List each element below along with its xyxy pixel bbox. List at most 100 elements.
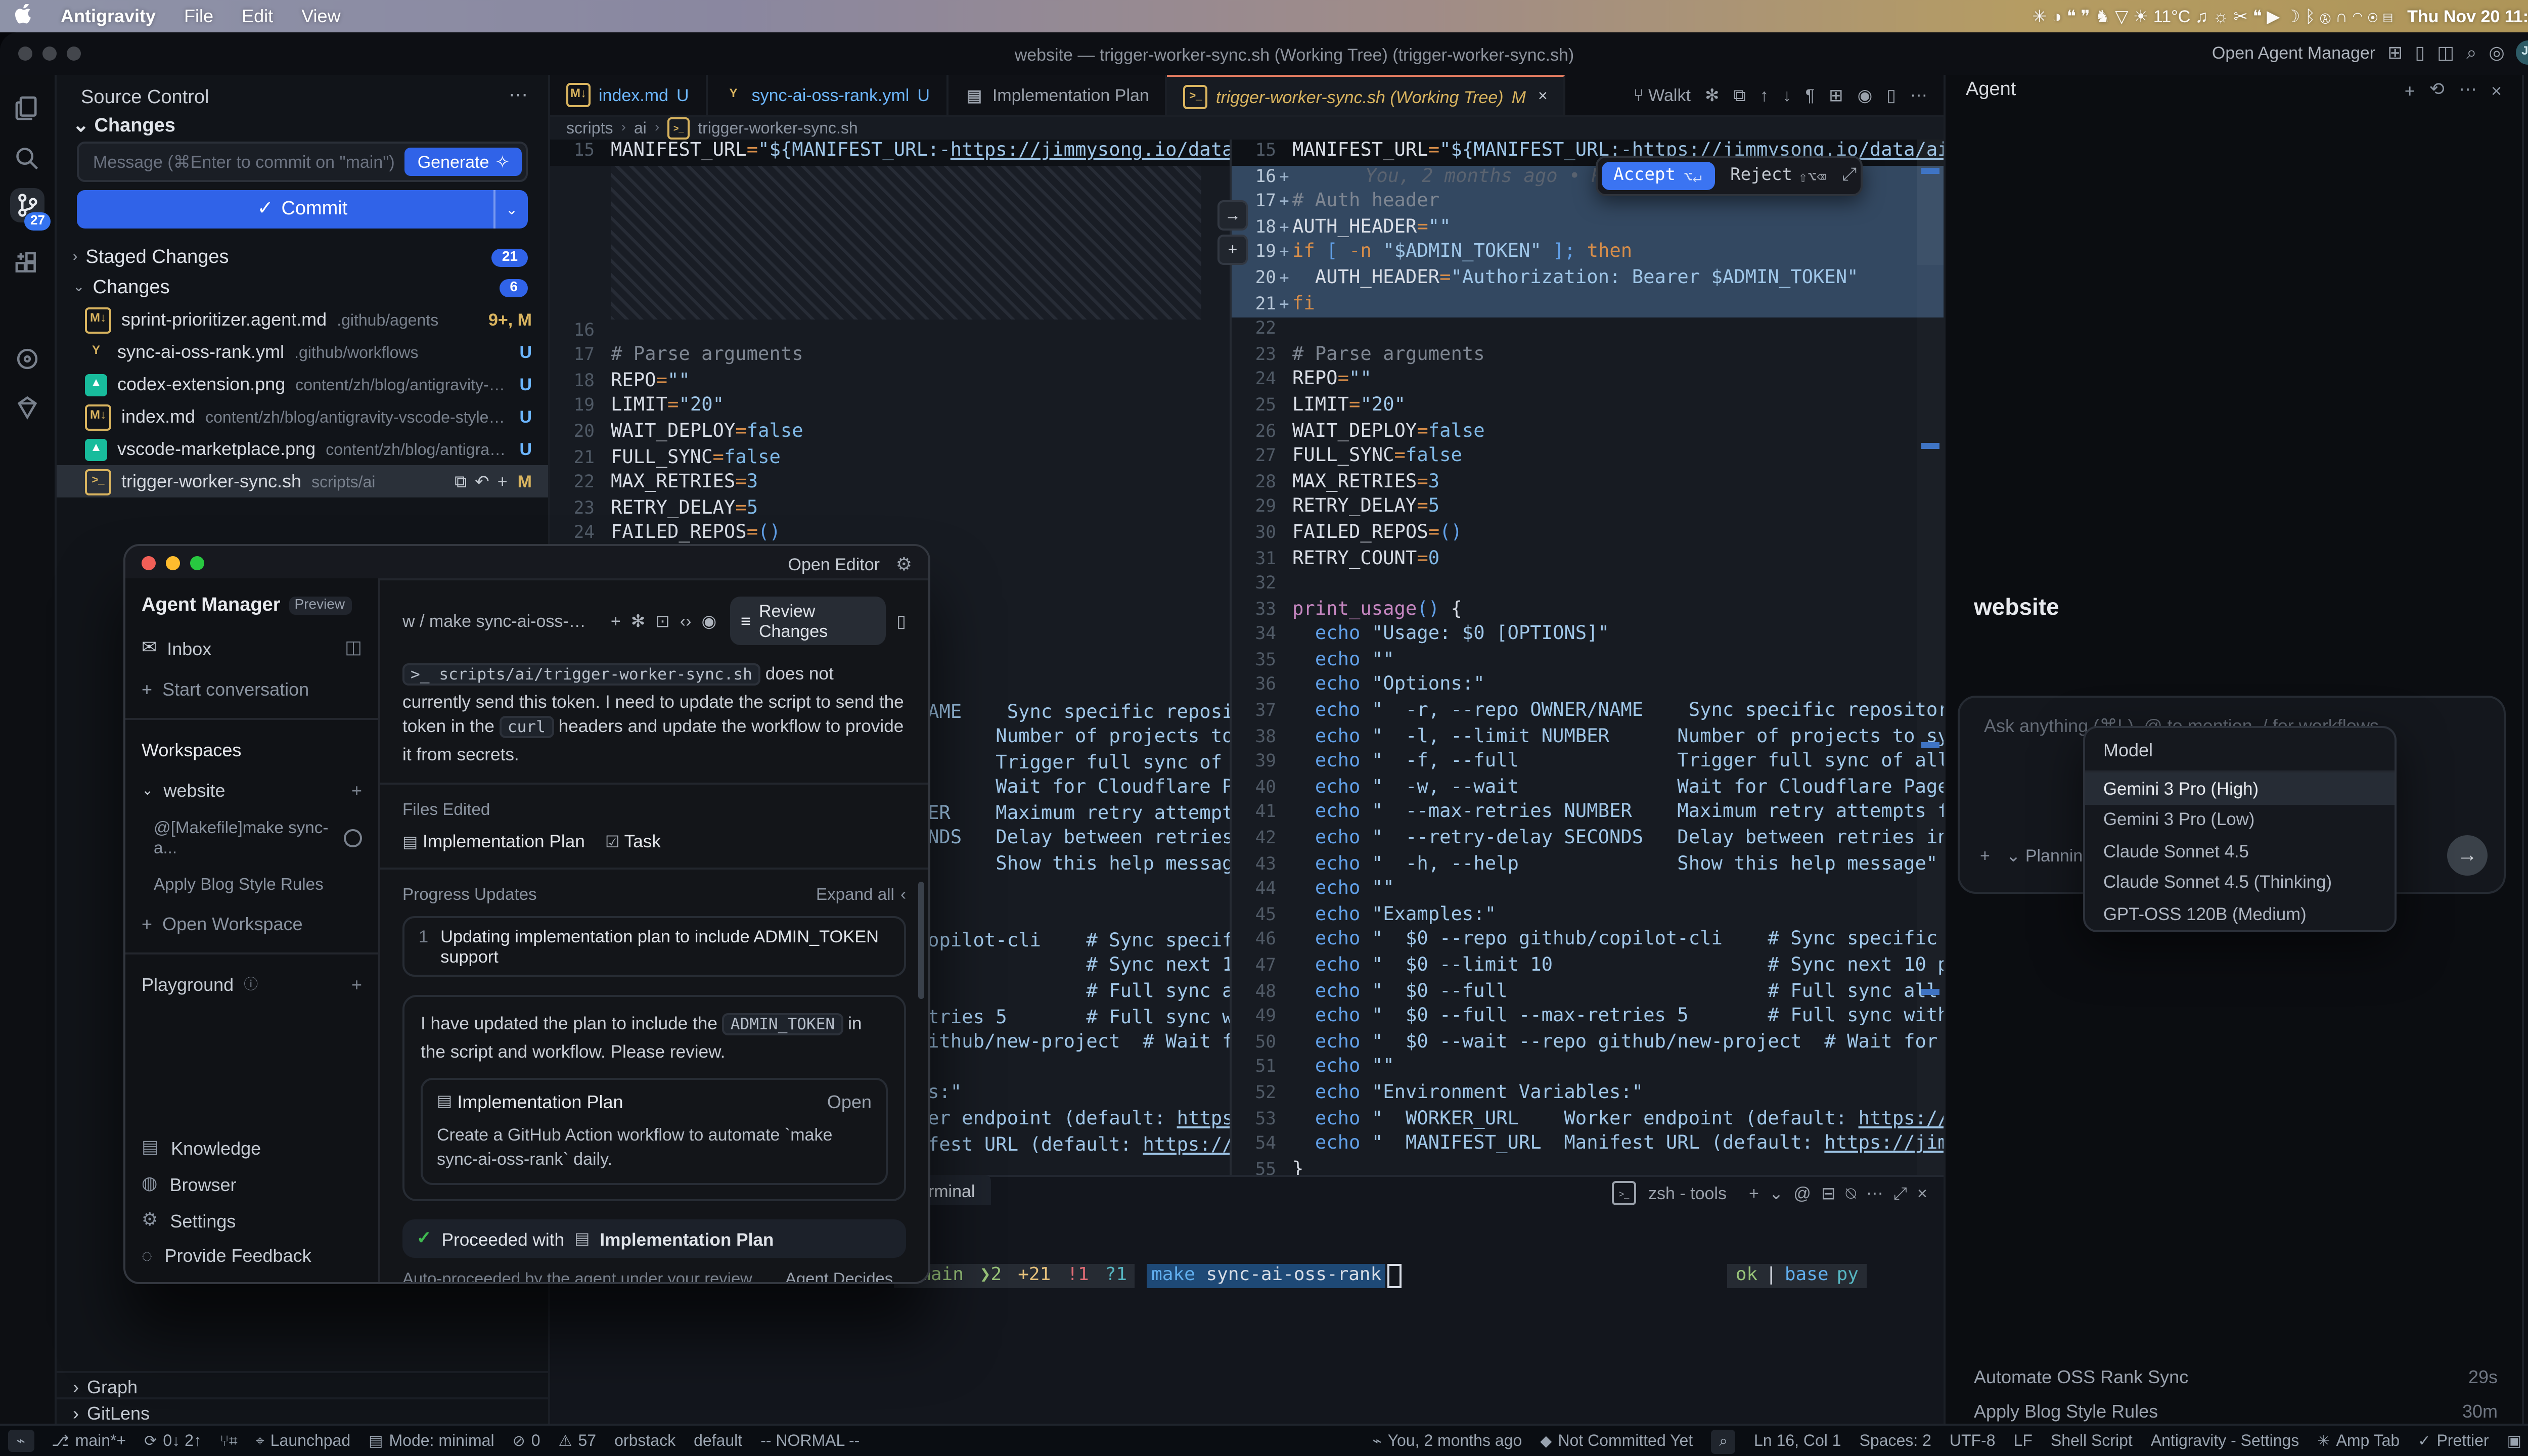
status-bar-item[interactable]: UTF-8	[1950, 1432, 1996, 1450]
editor-action-icon[interactable]: ▯	[1886, 84, 1896, 106]
menu-status-icon[interactable]: Ⓐ	[2320, 5, 2330, 25]
status-bar-item[interactable]: orbstack	[614, 1432, 675, 1450]
review-changes-button[interactable]: ≡ Review Changes	[731, 597, 886, 645]
menu-status-icon[interactable]: ▤	[2383, 5, 2393, 25]
menu-clock[interactable]: Thu Nov 20 11:09:06	[2407, 6, 2528, 26]
sidebar-item-knowledge[interactable]: ▤Knowledge	[142, 1136, 362, 1159]
status-bar-item[interactable]: ▣10.9.0	[2507, 1432, 2528, 1450]
terminal-action-icon[interactable]: ×	[1917, 1182, 1927, 1202]
status-bar-item[interactable]: -- NORMAL --	[760, 1432, 860, 1450]
search-icon[interactable]	[10, 142, 44, 176]
history-icon[interactable]: ⟲	[2429, 79, 2445, 101]
status-bar-item[interactable]: ⌕	[1711, 1429, 1736, 1453]
menu-status-icon[interactable]: ♞	[2095, 5, 2110, 25]
implementation-plan-card[interactable]: ▤ Implementation Plan Open Create a GitH…	[421, 1078, 888, 1185]
file-chip[interactable]: >_ scripts/ai/trigger-worker-sync.sh	[402, 663, 760, 686]
minimap-slider[interactable]	[1917, 140, 1944, 265]
minimize-window-button[interactable]	[166, 556, 180, 570]
menu-status-icon[interactable]: ◉	[2368, 5, 2378, 25]
editor-action-icon[interactable]: ¶	[1805, 85, 1815, 105]
inbox-item[interactable]: ✉ Inbox ◫	[142, 637, 362, 659]
panel-right-icon[interactable]: ▯	[896, 610, 906, 632]
model-option[interactable]: Claude Sonnet 4.5	[2085, 835, 2395, 867]
menu-app-name[interactable]: Antigravity	[61, 6, 156, 26]
add-context-icon[interactable]: +	[1980, 845, 1990, 866]
menu-status-icon[interactable]: ☼	[2213, 5, 2229, 25]
menu-status-icon[interactable]: ◑	[2052, 5, 2062, 25]
panel-icon[interactable]: ◫	[345, 637, 362, 659]
sidebar-item-settings[interactable]: ⚙Settings	[142, 1209, 362, 1232]
menu-status-icon[interactable]: ▶	[2267, 5, 2280, 25]
editor-action-icon[interactable]: ↑	[1760, 85, 1769, 105]
file-action-icon[interactable]: +	[498, 470, 508, 492]
panel-icon[interactable]: ▯	[2415, 41, 2425, 64]
terminal-icon[interactable]: ⊡	[655, 610, 670, 632]
terminal-action-icon[interactable]: ⍉	[1845, 1182, 1856, 1202]
conversation-item[interactable]: Apply Blog Style Rules	[154, 874, 362, 894]
terminal-prompt[interactable]: ≀ main❯2+21!1?1make sync-ai-oss-rank	[894, 1264, 1402, 1288]
menu-status-icon[interactable]: ☽	[2285, 5, 2300, 25]
model-option[interactable]: Gemini 3 Pro (High)	[2085, 772, 2395, 804]
editor-action-icon[interactable]: ⊞	[1829, 84, 1843, 106]
model-option[interactable]: Gemini 3 Pro (Low)	[2085, 804, 2395, 835]
menu-status-icon[interactable]: ♫	[2195, 5, 2208, 25]
open-agent-manager-button[interactable]: Open Agent Manager	[2212, 42, 2375, 63]
changes-section-header[interactable]: ⌄ Changes	[73, 115, 175, 138]
terminal-action-icon[interactable]: ⊟	[1821, 1182, 1836, 1202]
menu-status-icon[interactable]: ☀ 11°C	[2133, 5, 2190, 25]
graph-section[interactable]: ›Graph	[57, 1371, 548, 1399]
avatar[interactable]: JS	[2517, 40, 2528, 65]
planning-selector[interactable]: ⌄ Planning	[2006, 844, 2092, 867]
minimap[interactable]	[1917, 140, 1944, 1175]
changed-file-row[interactable]: M↓index.mdcontent/zh/blog/antigravity-vs…	[57, 400, 548, 433]
editor-action-icon[interactable]: ↓	[1783, 85, 1791, 105]
terminal-action-icon[interactable]: @	[1793, 1182, 1811, 1202]
edited-file-item[interactable]: ▤ Implementation Plan	[402, 831, 585, 851]
changed-file-row[interactable]: >_trigger-worker-sync.shscripts/ai⧉↶+M	[57, 465, 548, 497]
accept-button[interactable]: Accept⌥↵	[1601, 162, 1714, 190]
editor-action-icon[interactable]: ⋯	[1910, 84, 1927, 106]
changed-file-row[interactable]: ▲vscode-marketplace.pngcontent/zh/blog/a…	[57, 433, 548, 465]
add-icon[interactable]: +	[351, 781, 362, 801]
commit-dropdown-button[interactable]: ⌄	[493, 190, 528, 229]
status-bar-item[interactable]: ⟳0↓ 2↑	[144, 1432, 202, 1450]
model-option[interactable]: Claude Sonnet 4.5 (Thinking)	[2085, 867, 2395, 898]
target-icon[interactable]: ◎	[2489, 41, 2504, 64]
status-bar-item[interactable]: Ln 16, Col 1	[1754, 1432, 1841, 1450]
editor-tab[interactable]: ▤Implementation Plan	[948, 75, 1167, 115]
status-bar-item[interactable]: ⊘0	[513, 1432, 540, 1450]
start-conversation-button[interactable]: + Start conversation	[142, 679, 362, 700]
changed-file-row[interactable]: Ysync-ai-oss-rank.yml.github/workflowsU	[57, 336, 548, 368]
status-bar-item[interactable]: default	[694, 1432, 742, 1450]
sidebar-item-browser[interactable]: ◍Browser	[142, 1173, 362, 1195]
eye-icon[interactable]: ◉	[701, 610, 716, 632]
reject-button[interactable]: Reject⇧⌥⌫	[1724, 166, 1832, 186]
editor-action-icon[interactable]: ⧉	[1733, 84, 1745, 106]
editor-tab[interactable]: Ysync-ai-oss-rank.ymlU	[707, 75, 948, 115]
open-workspace-button[interactable]: + Open Workspace	[142, 914, 362, 934]
openai-icon[interactable]: ✻	[631, 610, 646, 632]
task-row[interactable]: Automate OSS Rank Sync 29s	[1974, 1367, 2498, 1395]
status-bar-item[interactable]: ⎇main*+	[52, 1432, 126, 1450]
breadcrumb-file[interactable]: trigger-worker-sync.sh	[698, 119, 858, 138]
conversation-item[interactable]: @[Makefile]make sync-a...	[154, 817, 362, 857]
breadcrumb-segment[interactable]: scripts	[566, 119, 613, 138]
changed-file-row[interactable]: ▲codex-extension.pngcontent/zh/blog/anti…	[57, 368, 548, 400]
workspace-website[interactable]: ⌄ website +	[142, 781, 362, 801]
playground-section[interactable]: Playground ⓘ +	[142, 975, 362, 995]
agent-decides-dropdown[interactable]: Agent Decides ⌃	[785, 1270, 906, 1282]
status-bar-item[interactable]: ⌁You, 2 months ago	[1373, 1432, 1522, 1450]
status-bar-item[interactable]: ⚠57	[559, 1432, 597, 1450]
menu-item-edit[interactable]: Edit	[242, 6, 273, 26]
editor-action-icon[interactable]: ◉	[1858, 84, 1873, 106]
generate-commit-message-button[interactable]: Generate✧	[405, 148, 522, 176]
file-action-icon[interactable]: ⧉	[455, 470, 467, 492]
status-bar-item[interactable]: ◆Not Committed Yet	[1540, 1432, 1693, 1450]
conversation-breadcrumb[interactable]: w / make sync-ai-oss-ran...	[402, 611, 591, 631]
menu-status-icon[interactable]: ❝	[2067, 5, 2076, 25]
panel-more-icon[interactable]: ⋯	[509, 85, 528, 107]
status-bar-item[interactable]: ▤Mode: minimal	[369, 1432, 494, 1450]
layout-icon[interactable]: ⊞	[2387, 41, 2403, 64]
menu-status-icon[interactable]: ◠	[2353, 5, 2363, 25]
breadcrumb-segment[interactable]: ai	[634, 119, 647, 138]
